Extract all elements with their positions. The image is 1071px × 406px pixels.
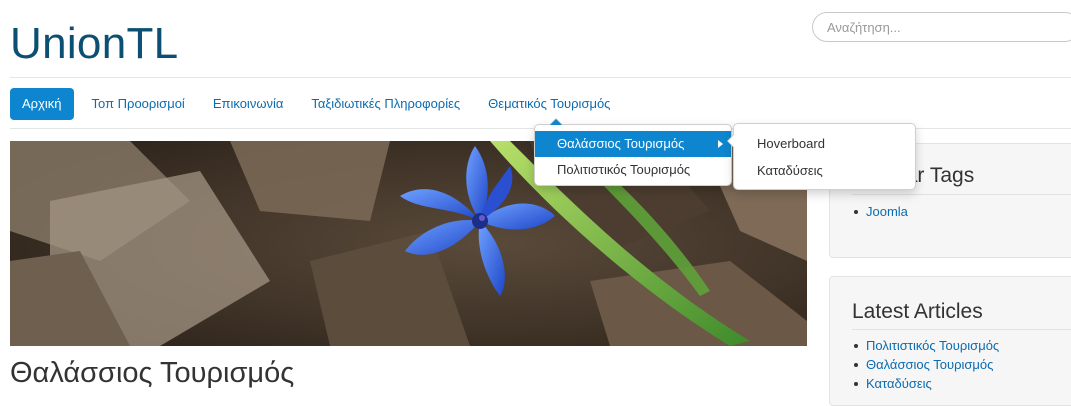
dropdown-item-cultural-tourism[interactable]: Πολιτιστικός Τουρισμός — [535, 157, 731, 183]
nav-item-top-destinations[interactable]: Τοπ Προορισμοί — [82, 88, 195, 120]
submenu-item-hoverboard[interactable]: Hoverboard — [734, 131, 915, 157]
nav-item-travel-info[interactable]: Ταξιδιωτικές Πληροφορίες — [301, 88, 470, 120]
dropdown-item-label: Θαλάσσιος Τουρισμός — [557, 136, 685, 151]
latest-articles-panel: Latest Articles Πολιτιστικός Τουρισμός Θ… — [829, 276, 1071, 406]
panel-divider — [852, 194, 1071, 195]
latest-articles-title: Latest Articles — [852, 300, 983, 323]
latest-article-link[interactable]: Πολιτιστικός Τουρισμός — [852, 336, 999, 355]
submenu-item-diving[interactable]: Καταδύσεις — [734, 158, 915, 184]
nav-item-home[interactable]: Αρχική — [10, 88, 74, 120]
nav-item-thematic-tourism[interactable]: Θεματικός Τουρισμός — [478, 88, 620, 120]
panel-divider — [852, 329, 1071, 330]
main-nav: Αρχική Τοπ Προορισμοί Επικοινωνία Ταξιδι… — [10, 88, 628, 120]
thematic-tourism-dropdown: Θαλάσσιος Τουρισμός Πολιτιστικός Τουρισμ… — [534, 118, 732, 186]
tags-list: Joomla — [852, 202, 908, 221]
marine-tourism-submenu: Hoverboard Καταδύσεις — [727, 123, 916, 190]
latest-article-link[interactable]: Θαλάσσιος Τουρισμός — [852, 355, 999, 374]
header-divider — [10, 77, 1071, 78]
tag-link[interactable]: Joomla — [852, 202, 908, 221]
search-input[interactable] — [812, 12, 1071, 42]
site-logo-title[interactable]: UnionTL — [10, 14, 178, 74]
latest-articles-list: Πολιτιστικός Τουρισμός Θαλάσσιος Τουρισμ… — [852, 336, 999, 393]
dropdown-item-marine-tourism[interactable]: Θαλάσσιος Τουρισμός — [535, 131, 731, 157]
chevron-right-icon — [718, 140, 723, 148]
nav-item-contact[interactable]: Επικοινωνία — [203, 88, 294, 120]
article-title: Θαλάσσιος Τουρισμός — [10, 357, 295, 389]
latest-article-link[interactable]: Καταδύσεις — [852, 374, 999, 393]
